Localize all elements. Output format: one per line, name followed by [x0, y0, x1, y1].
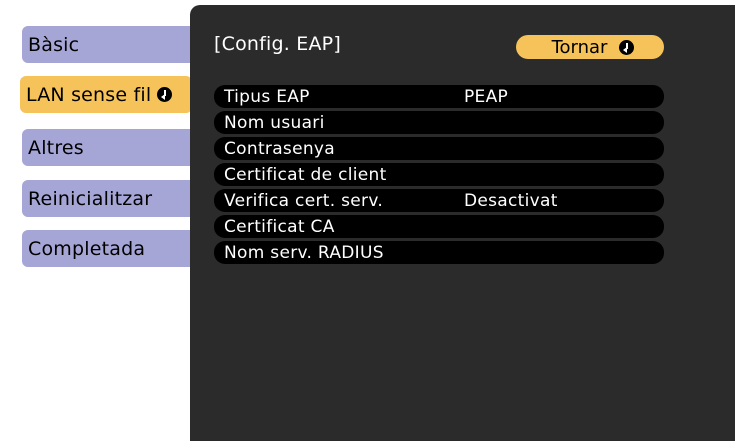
setting-label: Nom usuari — [224, 112, 325, 133]
setting-label: Contrasenya — [224, 138, 335, 159]
enter-icon — [619, 39, 635, 55]
setting-label: Certificat CA — [224, 216, 335, 237]
sidebar-item-label: Bàsic — [28, 33, 80, 56]
sidebar-menu: Bàsic LAN sense fil Altres Reinicialitza… — [0, 5, 196, 441]
sidebar-item-label: Completada — [28, 237, 146, 260]
setting-row-verify-server-cert[interactable]: Verifica cert. serv. Desactivat — [214, 189, 664, 212]
enter-icon — [157, 87, 173, 102]
projector-settings-screen: Bàsic LAN sense fil Altres Reinicialitza… — [0, 0, 735, 441]
setting-row-password[interactable]: Contrasenya — [214, 137, 664, 160]
setting-value: PEAP — [464, 86, 509, 107]
setting-row-radius-server-name[interactable]: Nom serv. RADIUS — [214, 241, 664, 264]
sidebar-item-others[interactable]: Altres — [22, 129, 190, 166]
setting-label: Certificat de client — [224, 164, 387, 185]
sidebar-item-label: LAN sense fil — [26, 83, 152, 106]
setting-label: Tipus EAP — [224, 86, 310, 107]
setting-row-client-certificate[interactable]: Certificat de client — [214, 163, 664, 186]
sidebar-item-label: Reinicialitzar — [28, 187, 153, 210]
setting-label: Verifica cert. serv. — [224, 190, 384, 211]
sidebar-item-completed[interactable]: Completada — [22, 230, 190, 267]
sidebar-item-basic[interactable]: Bàsic — [22, 26, 190, 63]
settings-list: Tipus EAP PEAP Nom usuari Contrasenya Ce… — [214, 85, 664, 267]
setting-row-user-name[interactable]: Nom usuari — [214, 111, 664, 134]
sidebar-item-reset[interactable]: Reinicialitzar — [22, 180, 190, 217]
back-button-label: Tornar — [551, 36, 608, 58]
eap-config-panel: [Config. EAP] Tornar Tipus EAP PEAP Nom … — [190, 5, 735, 441]
setting-value: Desactivat — [464, 190, 558, 211]
panel-title: [Config. EAP] — [214, 33, 341, 55]
setting-row-ca-certificate[interactable]: Certificat CA — [214, 215, 664, 238]
setting-row-eap-type[interactable]: Tipus EAP PEAP — [214, 85, 664, 108]
setting-label: Nom serv. RADIUS — [224, 242, 384, 263]
sidebar-item-wireless-lan[interactable]: LAN sense fil — [20, 76, 192, 113]
back-button[interactable]: Tornar — [516, 35, 664, 59]
sidebar-item-label: Altres — [28, 136, 84, 159]
